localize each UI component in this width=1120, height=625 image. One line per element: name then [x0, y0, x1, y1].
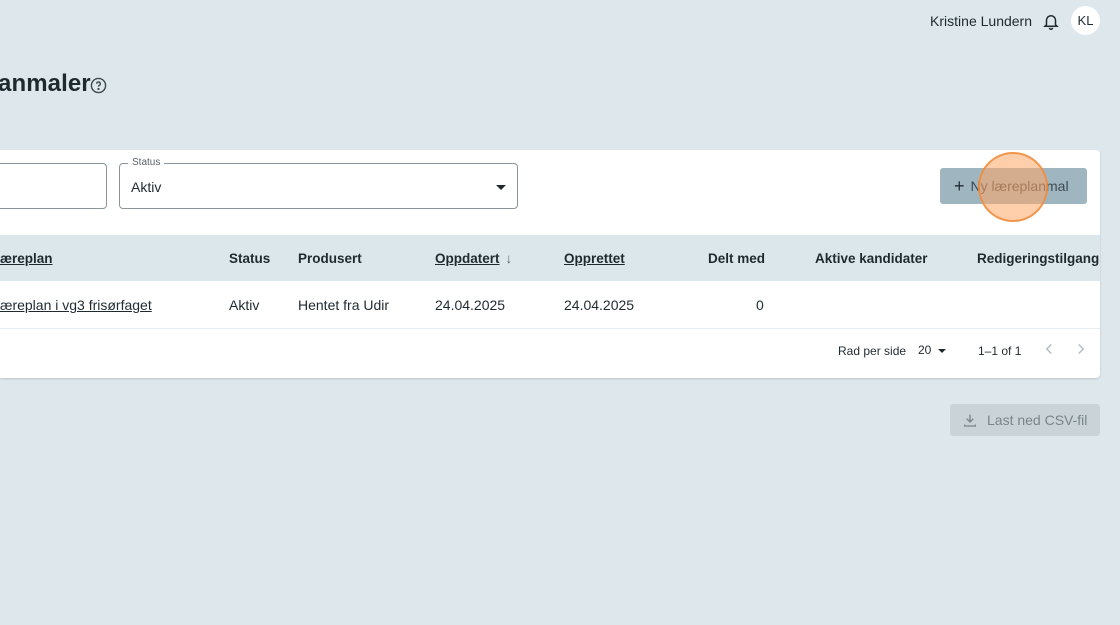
column-header-produsert: Produsert [298, 251, 362, 266]
row-oppdatert: 24.04.2025 [435, 297, 506, 313]
status-select[interactable]: Status Aktiv [119, 157, 518, 209]
top-bar: Kristine Lundern KL [0, 0, 1120, 42]
column-header-status: Status [229, 251, 271, 266]
row-produsert: Hentet fra Udir [298, 297, 390, 313]
new-template-button-label: Ny læreplanmal [970, 178, 1069, 194]
column-header-oppdatert-label: Oppdatert [435, 251, 500, 266]
column-header-name[interactable]: æreplan [0, 251, 53, 266]
table-row: æreplan i vg3 frisørfaget Aktiv Hentet f… [0, 281, 1100, 329]
bell-icon[interactable] [1042, 12, 1060, 30]
row-opprettet: 24.04.2025 [564, 297, 635, 313]
status-select-value: Aktiv [131, 179, 162, 195]
help-circle-icon[interactable] [90, 77, 107, 94]
avatar[interactable]: KL [1071, 6, 1100, 35]
pagination-range: 1–1 of 1 [978, 344, 1022, 358]
download-icon [964, 414, 976, 427]
user-name[interactable]: Kristine Lundern [930, 13, 1032, 29]
chevron-right-icon[interactable] [1072, 340, 1090, 358]
pagination: Rad per side 20 1–1 of 1 [0, 330, 1100, 370]
column-header-opprettet[interactable]: Opprettet [564, 251, 625, 266]
column-header-delt-med: Delt med [708, 251, 766, 266]
row-status: Aktiv [229, 297, 260, 313]
column-header-oppdatert[interactable]: Oppdatert ↓ [435, 251, 512, 266]
download-csv-button-label: Last ned CSV-fil [987, 412, 1088, 428]
search-input[interactable] [0, 163, 107, 209]
plus-icon: + [954, 176, 965, 196]
sort-down-icon: ↓ [505, 251, 513, 266]
page-title: anmaler [0, 70, 91, 97]
new-template-button[interactable]: + Ny læreplanmal [940, 168, 1087, 204]
column-header-aktive-kandidater: Aktive kandidater [815, 251, 928, 266]
chevron-down-icon [496, 185, 506, 190]
rows-per-page-label: Rad per side [838, 344, 907, 358]
table-header: æreplan Status Produsert Oppdatert ↓ Oppr… [0, 235, 1100, 281]
row-name-link[interactable]: æreplan i vg3 frisørfaget [0, 297, 152, 313]
status-select-label: Status [128, 157, 165, 168]
row-delt-med: 0 [756, 297, 764, 313]
templates-card: Status Aktiv + Ny læreplanmal æreplan St… [0, 150, 1100, 378]
download-csv-button[interactable]: Last ned CSV-fil [950, 404, 1100, 436]
column-header-redigeringstilgang: Redigeringstilgang [977, 251, 1100, 266]
chevron-left-icon[interactable] [1040, 340, 1058, 358]
rows-per-page-select[interactable]: 20 [918, 343, 931, 357]
rows-per-page-caret-icon[interactable] [938, 349, 946, 353]
